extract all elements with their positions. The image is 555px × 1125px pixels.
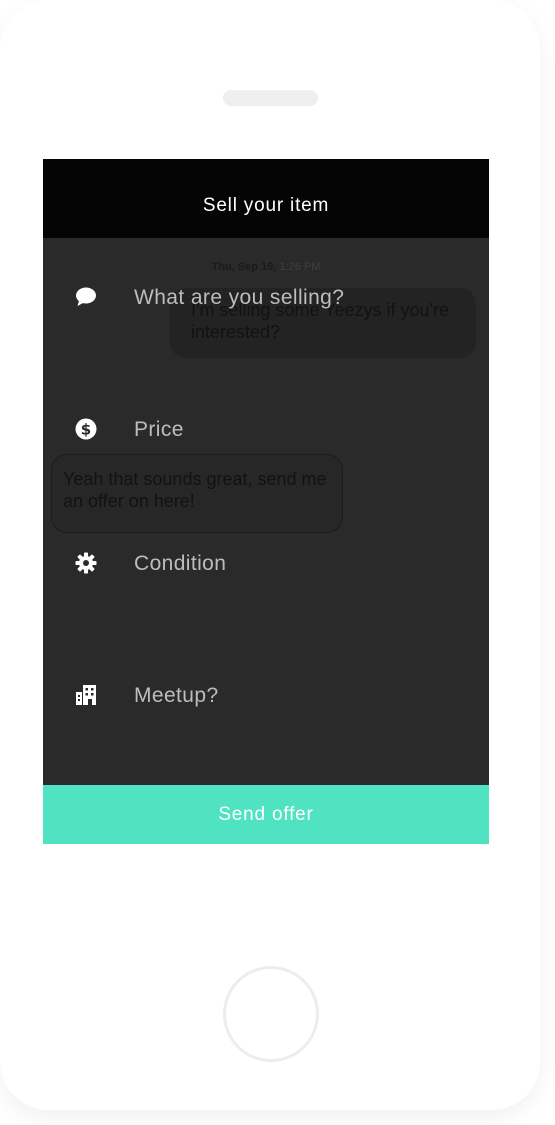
phone-speaker: [223, 90, 318, 106]
condition-field[interactable]: Condition: [43, 544, 489, 584]
dollar-coin-icon: $: [75, 418, 97, 440]
item-name-field[interactable]: What are you selling?: [43, 278, 489, 318]
meetup-placeholder: Meetup?: [134, 684, 219, 707]
meetup-field[interactable]: Meetup?: [43, 676, 489, 716]
speech-bubble-icon: [75, 286, 97, 308]
svg-text:$: $: [81, 421, 91, 439]
condition-placeholder: Condition: [134, 552, 227, 575]
gear-icon: [75, 552, 97, 574]
price-field[interactable]: $ Price: [43, 410, 489, 450]
price-placeholder: Price: [134, 418, 184, 441]
home-button[interactable]: [223, 966, 319, 1062]
building-icon: [75, 684, 97, 706]
chat-timestamp: Thu, Sep 19, 1:26 PM: [43, 260, 489, 274]
phone-frame: Sell your item Thu, Sep 19, 1:26 PM I'm …: [0, 0, 540, 1110]
incoming-message-bubble: Yeah that sounds great, send me an offer…: [51, 454, 343, 533]
chat-time: 1:26 PM: [279, 261, 321, 273]
send-offer-button[interactable]: Send offer: [43, 785, 489, 844]
header-bar: Sell your item: [43, 159, 489, 238]
chat-date: Thu, Sep 19,: [211, 261, 277, 273]
page-title: Sell your item: [202, 195, 330, 216]
item-name-placeholder: What are you selling?: [134, 286, 345, 309]
incoming-message-text: Yeah that sounds great, send me an offer…: [63, 469, 327, 511]
app-screen: Sell your item Thu, Sep 19, 1:26 PM I'm …: [43, 159, 489, 844]
